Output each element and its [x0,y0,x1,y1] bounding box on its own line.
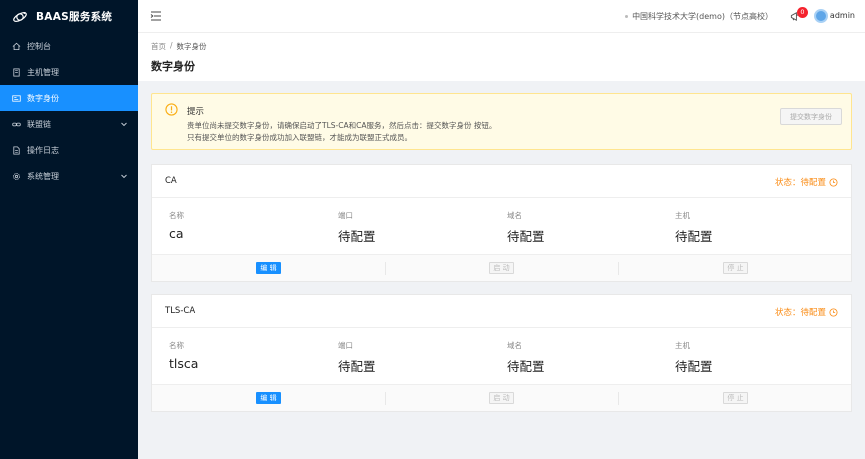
start-button[interactable]: 启 动 [489,392,514,404]
chain-icon [12,122,21,126]
status-text: 状态：待配置 [774,178,826,188]
breadcrumb-current: 数字身份 [176,42,207,51]
start-button[interactable]: 启 动 [489,262,514,274]
field-name: 名称 tlsca [169,340,198,371]
breadcrumb: 首页 / 数字身份 [151,41,207,52]
org-selector[interactable]: 中国科学技术大学(demo)（节点高校） [625,11,773,22]
username[interactable]: admin [830,11,855,20]
status-dot [625,15,629,18]
field-domain: 域名 待配置 [507,210,545,245]
field-value: 待配置 [338,229,376,244]
sidebar-item-label: 数字身份 [27,93,59,103]
card-title: CA [165,176,177,186]
edit-button[interactable]: 编 辑 [256,262,281,274]
field-host: 主机 待配置 [675,340,713,375]
field-value: 待配置 [675,229,713,244]
card-header: CA 状态：待配置 [152,165,851,198]
field-value: 待配置 [338,359,376,374]
sidebar-item-system-management[interactable]: 系统管理 [0,163,138,189]
menu-fold-icon[interactable] [150,10,162,22]
sidebar-item-dashboard[interactable]: 控制台 [0,33,138,59]
alert-banner: 提示 贵单位尚未提交数字身份，请确保启动了TLS-CA和CA服务，然后点击：提交… [151,93,852,150]
field-value: tlsca [169,356,199,371]
field-name: 名称 ca [169,210,184,241]
field-label: 主机 [675,341,690,350]
logo-icon [13,11,27,22]
stop-button[interactable]: 停 止 [723,392,748,404]
submit-identity-button[interactable]: 提交数字身份 [780,108,842,125]
gear-icon [13,172,20,180]
sidebar-item-label: 主机管理 [27,67,59,77]
top-header: 中国科学技术大学(demo)（节点高校） 0 admin [138,0,865,33]
breadcrumb-separator: / [170,41,173,50]
field-host: 主机 待配置 [675,210,713,245]
sidebar-item-hosts[interactable]: 主机管理 [0,59,138,85]
sidebar-item-operation-log[interactable]: 操作日志 [0,137,138,163]
log-icon [13,145,20,155]
sidebar-item-label: 操作日志 [27,145,59,155]
field-port: 端口 待配置 [338,340,376,375]
card-title: TLS-CA [165,306,196,316]
sidebar-item-consortium-chain[interactable]: 联盟链 [0,111,138,137]
sidebar-item-label: 联盟链 [27,119,51,129]
field-value: 待配置 [507,359,545,374]
stop-button[interactable]: 停 止 [723,262,748,274]
field-domain: 域名 待配置 [507,340,545,375]
sidebar-item-label: 控制台 [27,41,51,51]
warning-icon [165,103,178,116]
alert-message-line1: 贵单位尚未提交数字身份，请确保启动了TLS-CA和CA服务，然后点击：提交数字身… [187,121,497,130]
sidebar: BAAS服务系统 控制台 主机管理 数字身份 联盟链 操作日志 系统管理 [0,0,138,459]
chevron-down-icon [121,122,127,127]
app-title: BAAS服务系统 [36,11,113,23]
page-title: 数字身份 [151,60,195,73]
notification-badge: 0 [797,7,808,18]
brand[interactable]: BAAS服务系统 [0,0,138,33]
tls-ca-card: TLS-CA 状态：待配置 名称 tlsca 端口 待配置 域名 待配置 主机 … [151,294,852,412]
field-value: 待配置 [675,359,713,374]
divider [385,392,386,405]
sidebar-menu: 控制台 主机管理 数字身份 联盟链 操作日志 系统管理 [0,33,138,189]
home-icon [12,42,21,50]
card-fields: 名称 ca 端口 待配置 域名 待配置 主机 待配置 [152,198,851,254]
org-name: 中国科学技术大学(demo)（节点高校） [632,12,773,21]
breadcrumb-home[interactable]: 首页 [151,41,166,52]
status-text: 状态：待配置 [774,308,826,318]
ca-card: CA 状态：待配置 名称 ca 端口 待配置 域名 待配置 主机 待配置 编 辑… [151,164,852,282]
field-label: 端口 [338,341,353,350]
chevron-down-icon [121,174,127,179]
field-port: 端口 待配置 [338,210,376,245]
id-card-icon [12,94,21,102]
alert-message-line2: 只有提交单位的数字身份成功加入联盟链，才能成为联盟正式成员。 [187,133,412,142]
alert-title: 提示 [187,107,205,117]
card-header: TLS-CA 状态：待配置 [152,295,851,328]
field-label: 主机 [675,211,690,220]
field-label: 端口 [338,211,353,220]
field-label: 域名 [507,211,522,220]
status-label: 状态：待配置 [775,306,838,318]
sidebar-item-label: 系统管理 [27,171,59,181]
field-label: 名称 [169,211,184,220]
status-label: 状态：待配置 [775,176,838,188]
card-actions: 编 辑 启 动 停 止 [152,254,851,281]
divider [385,262,386,275]
divider [618,262,619,275]
field-value: ca [169,226,184,241]
clock-icon [829,307,838,317]
clock-icon [829,177,838,187]
sidebar-item-digital-identity[interactable]: 数字身份 [0,85,138,111]
field-label: 域名 [507,341,522,350]
server-icon [13,67,20,77]
field-label: 名称 [169,341,184,350]
divider [618,392,619,405]
card-actions: 编 辑 启 动 停 止 [152,384,851,411]
card-fields: 名称 tlsca 端口 待配置 域名 待配置 主机 待配置 [152,328,851,384]
page-header: 首页 / 数字身份 数字身份 [138,33,865,81]
edit-button[interactable]: 编 辑 [256,392,281,404]
avatar[interactable] [814,9,828,23]
field-value: 待配置 [507,229,545,244]
